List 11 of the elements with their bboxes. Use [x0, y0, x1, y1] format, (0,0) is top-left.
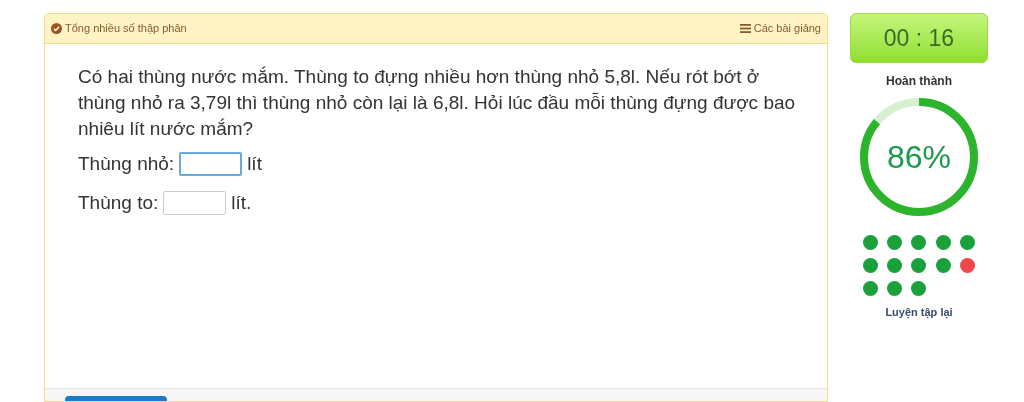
answer-label: Thùng to:	[78, 190, 159, 215]
progress-percent: 86%	[886, 138, 951, 177]
answer-label: Thùng nhỏ:	[78, 152, 175, 176]
question-text: Có hai thùng nước mắm. Thùng to đựng nhiều hơn thùng nhỏ 5,8l. Nếu rót bớt ở thùng nhỏ ra 3,79l thì thùng nhỏ còn lại là 6,8l. Hỏi lúc đầu mỗi thùng đựng được bao nhiêu lít nước mắm?	[78, 65, 797, 141]
retry-link[interactable]: Luyện tập lại	[885, 304, 953, 321]
lessons-link[interactable]: Các bài giảng	[739, 20, 821, 37]
timer: 00 : 16	[850, 13, 988, 63]
topic-title: Tổng nhiều số thập phân	[65, 21, 187, 37]
unit-label: lít	[247, 152, 262, 176]
unit-label: lít.	[231, 190, 252, 215]
progress-label: Hoàn thành	[886, 73, 952, 90]
